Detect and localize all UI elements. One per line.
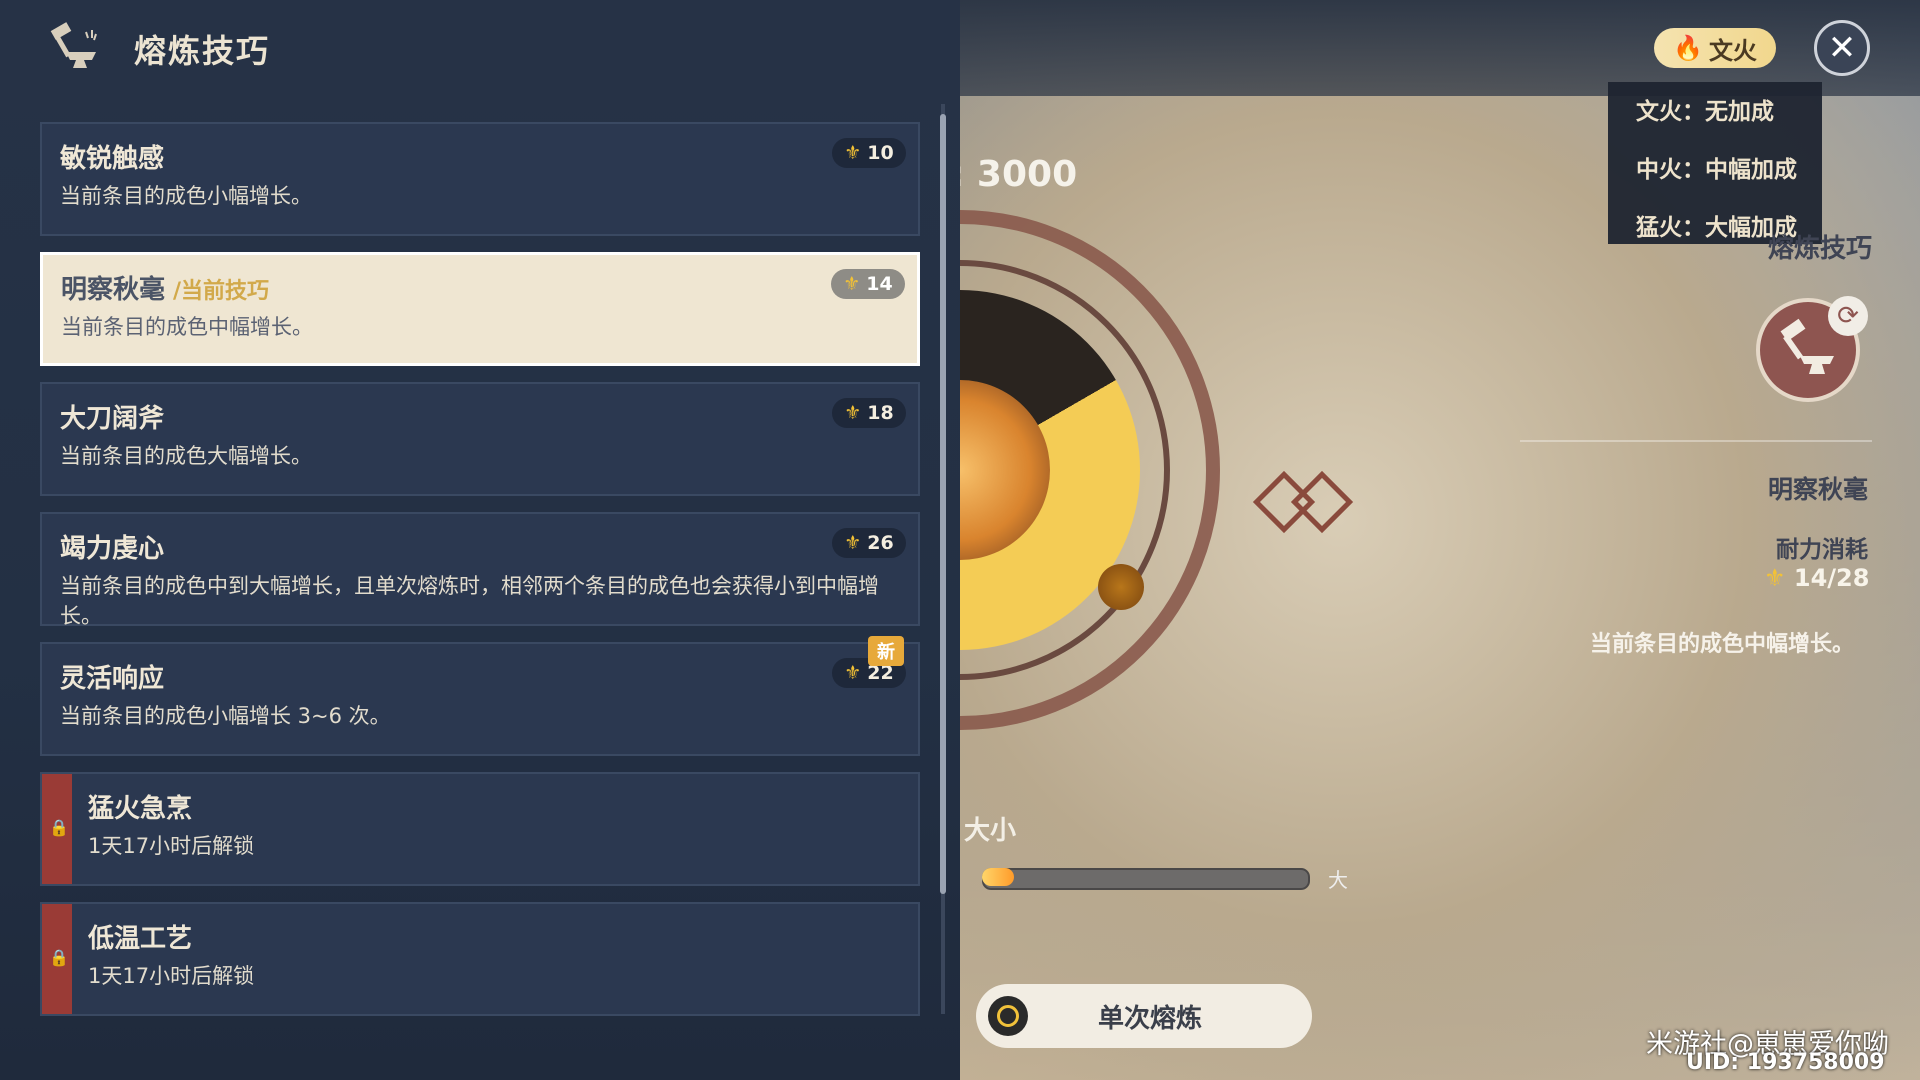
fire-option-low[interactable]: 文火：无加成	[1636, 92, 1774, 126]
lock-icon: 🔒	[49, 818, 69, 837]
technique-name: 灵活响应	[60, 664, 165, 694]
uid-label: UID: 193758009	[1686, 1050, 1885, 1075]
anvil-hammer-icon	[50, 22, 97, 68]
fire-option-medium[interactable]: 中火：中幅加成	[1636, 150, 1797, 184]
technique-card[interactable]: 灵活响应 当前条目的成色小幅增长 3~6 次。 ⚜ 22 新	[40, 636, 920, 756]
technique-name: 竭力虔心	[60, 534, 165, 564]
technique-name: 明察秋毫/当前技巧	[61, 275, 270, 305]
new-badge: 新	[868, 636, 904, 666]
technique-card[interactable]: 竭力虔心当前条目的成色中到大幅增长，且单次熔炼时，相邻两个条目的成色也会获得小到…	[40, 512, 920, 628]
stamina-icon: ⚜	[1764, 564, 1786, 592]
smelt-once-button[interactable]: 单次熔炼	[976, 984, 1312, 1048]
stamina-cost-badge: ⚜ 10	[832, 138, 906, 168]
stamina-cost-value: 14	[866, 273, 893, 295]
technique-name: 敏锐触感	[60, 144, 165, 174]
technique-desc: 当前条目的成色中幅增长。	[61, 315, 313, 339]
technique-name: 猛火急烹	[88, 794, 193, 824]
lock-icon: 🔒	[49, 948, 69, 967]
controller-button-icon	[988, 996, 1028, 1036]
stamina-cost-value: 18	[867, 402, 894, 424]
smelt-once-label: 单次熔炼	[1097, 1003, 1202, 1034]
stamina-cost-value: 10	[867, 142, 894, 164]
fire-level-dropdown: 文火：无加成 中火：中幅加成 猛火：大幅加成	[1608, 82, 1822, 244]
technique-card[interactable]: 🔒 猛火急烹 1天17小时后解锁	[40, 772, 920, 886]
stamina-cost-badge: ⚜ 26	[832, 528, 906, 558]
stamina-cost-value: 26	[867, 532, 894, 554]
technique-card[interactable]: 敏锐触感当前条目的成色小幅增长。 ⚜ 10	[40, 122, 920, 236]
technique-card[interactable]: 大刀阔斧当前条目的成色大幅增长。 ⚜ 18	[40, 382, 920, 496]
technique-desc: 当前条目的成色中到大幅增长，且单次熔炼时，相邻两个条目的成色也会获得小到中幅增长…	[60, 574, 879, 628]
technique-desc: 当前条目的成色小幅增长。	[60, 184, 312, 208]
stamina-icon: ⚜	[843, 273, 861, 295]
info-section-title: 熔炼技巧	[1768, 234, 1873, 264]
score-readout: : 3000	[950, 154, 1078, 195]
technique-desc: 当前条目的成色小幅增长 3~6 次。	[60, 704, 391, 728]
technique-desc: 1天17小时后解锁	[88, 834, 255, 858]
stamina-value-text: 14/28	[1793, 564, 1870, 592]
refresh-icon[interactable]: ⟳	[1828, 296, 1868, 336]
technique-name: 大刀阔斧	[60, 404, 165, 434]
technique-name: 低温工艺	[88, 924, 193, 954]
stamina-icon: ⚜	[844, 532, 862, 554]
close-button[interactable]: ✕	[1814, 20, 1870, 76]
heat-slider-fill	[982, 868, 1015, 886]
fire-level-button[interactable]: 🔥 文火	[1654, 28, 1776, 68]
stamina-icon: ⚜	[844, 142, 862, 164]
heat-slider-track[interactable]	[982, 868, 1310, 890]
stamina-cost-badge: ⚜ 14	[831, 269, 905, 299]
technique-card[interactable]: 明察秋毫/当前技巧当前条目的成色中幅增长。 ⚜ 14	[40, 252, 920, 366]
technique-list: 敏锐触感 当前条目的成色小幅增长。 ⚜ 10 明察秋毫/当前技巧 当前条目的成色中幅增长。…	[40, 122, 920, 1032]
stamina-icon: ⚜	[844, 402, 862, 424]
heat-max-label: 大	[1328, 868, 1348, 892]
flame-icon: 🔥	[1673, 34, 1703, 62]
technique-desc: 1天17小时后解锁	[88, 964, 255, 988]
info-skill-desc: 当前条目的成色中幅增长。	[1590, 632, 1855, 657]
info-divider	[1520, 440, 1872, 442]
stamina-icon: ⚜	[844, 662, 862, 684]
stamina-label: 耐力消耗	[1776, 537, 1868, 563]
current-technique-tag: /当前技巧	[173, 279, 270, 304]
fire-level-label: 文火	[1708, 36, 1757, 65]
wheel-indicator-dot	[1098, 564, 1144, 610]
stamina-cost-badge: ⚜ 18	[832, 398, 906, 428]
scrollbar-thumb[interactable]	[940, 114, 946, 894]
close-icon: ✕	[1827, 28, 1857, 68]
technique-desc: 当前条目的成色大幅增长。	[60, 444, 312, 468]
info-skill-name: 明察秋毫	[1768, 475, 1869, 504]
heat-size-label: 大小	[964, 816, 1017, 846]
panel-title: 熔炼技巧	[134, 32, 271, 70]
technique-panel: 熔炼技巧 敏锐触感 当前条目的成色小幅增长。 ⚜ 10 明察秋毫/当前技巧 当前条目的成色…	[0, 0, 960, 1080]
technique-card[interactable]: 🔒 低温工艺 1天17小时后解锁	[40, 902, 920, 1016]
stamina-value: ⚜ 14/28	[1764, 564, 1869, 592]
